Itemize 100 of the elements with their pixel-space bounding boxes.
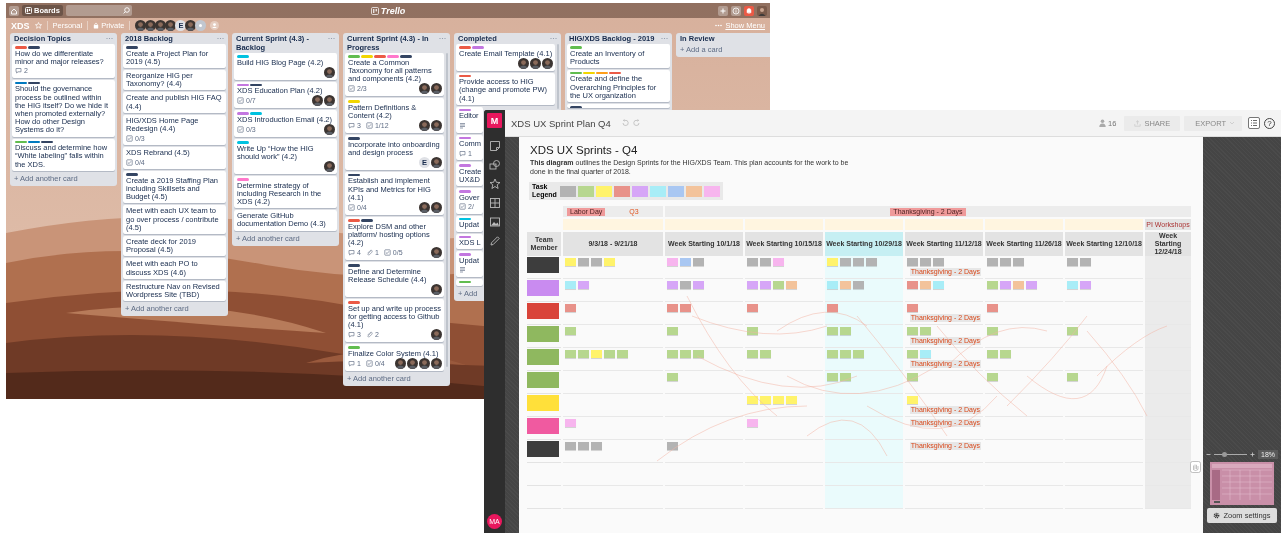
sticky-note[interactable] xyxy=(760,258,771,266)
card-label[interactable] xyxy=(250,83,262,87)
pencil-icon[interactable] xyxy=(488,235,501,247)
avatar[interactable] xyxy=(135,20,147,31)
more-icon[interactable] xyxy=(439,37,446,40)
mural-title[interactable]: XDS UX Sprint Plan Q4 xyxy=(511,117,611,129)
avatar[interactable] xyxy=(324,95,335,107)
sticky-note[interactable] xyxy=(1013,281,1024,289)
sticky-note[interactable] xyxy=(907,373,918,381)
sticky-note[interactable] xyxy=(1067,258,1078,266)
sticky-note[interactable] xyxy=(827,281,838,289)
sticky-note[interactable] xyxy=(578,258,589,266)
hand-icon[interactable] xyxy=(1190,461,1201,473)
sticky-note[interactable] xyxy=(853,350,864,358)
sticky-note[interactable] xyxy=(907,327,918,335)
sticky-note[interactable] xyxy=(920,350,931,358)
card-label[interactable] xyxy=(348,137,360,140)
sticky-note[interactable] xyxy=(987,304,998,312)
app-logo[interactable]: M xyxy=(487,113,502,128)
sticky-note[interactable] xyxy=(578,281,589,289)
sticky-note[interactable] xyxy=(760,281,771,289)
sticky-note[interactable] xyxy=(747,304,758,312)
info-icon[interactable] xyxy=(731,5,741,16)
more-icon[interactable] xyxy=(328,37,335,40)
sticky-note[interactable] xyxy=(747,396,758,404)
sticky-note[interactable] xyxy=(667,281,678,289)
sticky-note[interactable] xyxy=(773,396,784,404)
sticky-note[interactable] xyxy=(1067,281,1078,289)
sticky-note[interactable] xyxy=(680,258,691,266)
avatar[interactable] xyxy=(324,66,335,78)
sticky-note-icon[interactable] xyxy=(488,140,501,152)
sticky-note[interactable] xyxy=(667,258,678,266)
search-field[interactable] xyxy=(65,5,132,16)
sticky-note[interactable] xyxy=(747,327,758,335)
home-icon[interactable] xyxy=(9,5,19,16)
more-icon[interactable] xyxy=(106,37,113,40)
sticky-note[interactable] xyxy=(1080,258,1091,266)
sticky-note[interactable] xyxy=(747,281,758,289)
avatar[interactable] xyxy=(419,202,430,214)
card-label[interactable] xyxy=(41,140,53,144)
sticky-note[interactable] xyxy=(987,281,998,289)
sticky-note[interactable] xyxy=(565,281,576,289)
avatar[interactable] xyxy=(431,357,442,369)
card-label[interactable] xyxy=(126,46,138,49)
sticky-note[interactable] xyxy=(840,258,851,266)
redo-icon[interactable] xyxy=(632,119,641,127)
sticky-note[interactable] xyxy=(1013,258,1024,266)
sticky-note[interactable] xyxy=(617,350,628,358)
sticky-note[interactable] xyxy=(747,350,758,358)
sticky-note[interactable] xyxy=(565,442,576,450)
sticky-note[interactable] xyxy=(987,327,998,335)
avatar[interactable] xyxy=(155,20,167,31)
avatar[interactable] xyxy=(757,5,767,16)
sticky-note[interactable] xyxy=(907,258,918,266)
sticky-note[interactable] xyxy=(760,350,771,358)
card[interactable] xyxy=(567,104,670,108)
avatar[interactable] xyxy=(312,95,323,107)
avatar[interactable] xyxy=(518,57,529,69)
sticky-note[interactable] xyxy=(667,373,678,381)
sticky-note[interactable] xyxy=(680,350,691,358)
sticky-note[interactable] xyxy=(853,258,864,266)
sticky-note[interactable] xyxy=(773,281,784,289)
sticky-note[interactable] xyxy=(827,258,838,266)
sticky-note[interactable] xyxy=(565,304,576,312)
sticky-note[interactable] xyxy=(591,442,602,450)
sticky-note[interactable] xyxy=(667,304,678,312)
avatar[interactable] xyxy=(324,124,335,136)
sticky-note[interactable] xyxy=(1080,281,1091,289)
star-icon[interactable] xyxy=(488,178,501,190)
sticky-note[interactable] xyxy=(840,281,851,289)
sticky-note[interactable] xyxy=(907,396,918,404)
sticky-note[interactable] xyxy=(747,419,758,427)
sticky-note[interactable] xyxy=(1067,327,1078,335)
avatar[interactable] xyxy=(431,329,442,341)
sticky-note[interactable] xyxy=(693,258,704,266)
image-icon[interactable] xyxy=(488,216,501,228)
avatar[interactable] xyxy=(431,247,442,259)
trello-logo[interactable]: Trello xyxy=(370,5,406,16)
undo-icon[interactable] xyxy=(620,119,629,127)
avatar[interactable] xyxy=(395,357,406,369)
sticky-note[interactable] xyxy=(907,281,918,289)
sticky-note[interactable] xyxy=(693,350,704,358)
sticky-note[interactable] xyxy=(907,350,918,358)
bell-icon[interactable] xyxy=(744,5,754,16)
card-label[interactable] xyxy=(28,140,40,144)
sticky-note[interactable] xyxy=(786,281,797,289)
sticky-note[interactable] xyxy=(604,350,615,358)
card-label[interactable] xyxy=(28,46,40,49)
card-label[interactable] xyxy=(15,81,27,85)
card-label[interactable] xyxy=(126,173,138,176)
sticky-note[interactable] xyxy=(827,350,838,358)
sticky-note[interactable] xyxy=(773,258,784,266)
sticky-note[interactable] xyxy=(1000,281,1011,289)
avatar[interactable] xyxy=(145,20,157,31)
sticky-note[interactable] xyxy=(1000,258,1011,266)
shapes-icon[interactable] xyxy=(488,159,501,171)
sticky-note[interactable] xyxy=(920,258,931,266)
sticky-note[interactable] xyxy=(1026,281,1037,289)
sticky-note[interactable] xyxy=(853,281,864,289)
avatar[interactable] xyxy=(165,20,177,31)
